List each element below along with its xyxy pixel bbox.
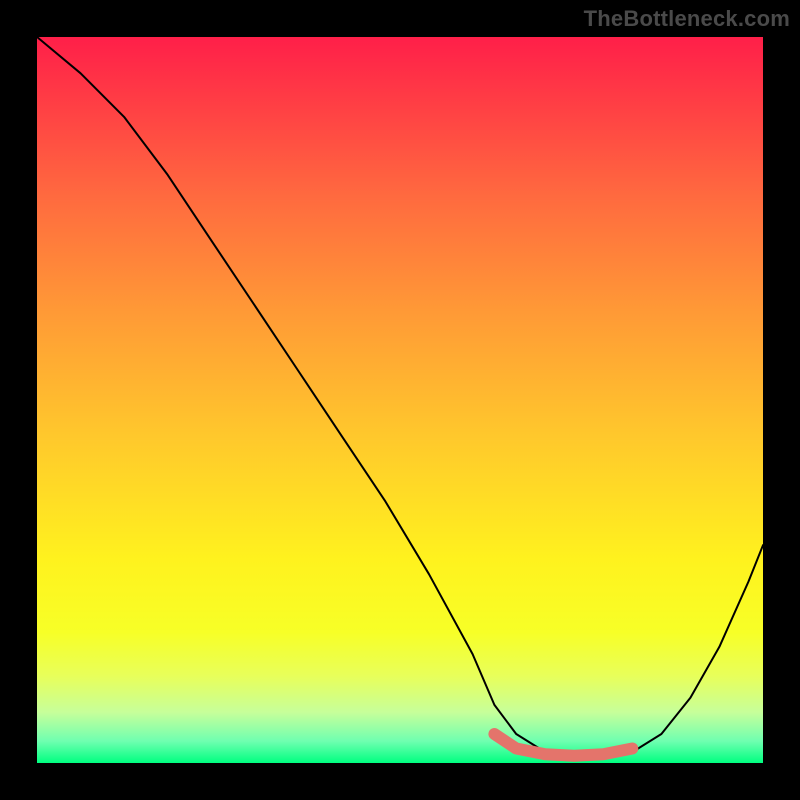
watermark-text: TheBottleneck.com: [584, 6, 790, 32]
chart-frame: TheBottleneck.com: [0, 0, 800, 800]
curve-svg: [37, 37, 763, 763]
bottleneck-curve-path: [37, 37, 763, 756]
optimal-band-path: [494, 734, 632, 756]
plot-area: [37, 37, 763, 763]
